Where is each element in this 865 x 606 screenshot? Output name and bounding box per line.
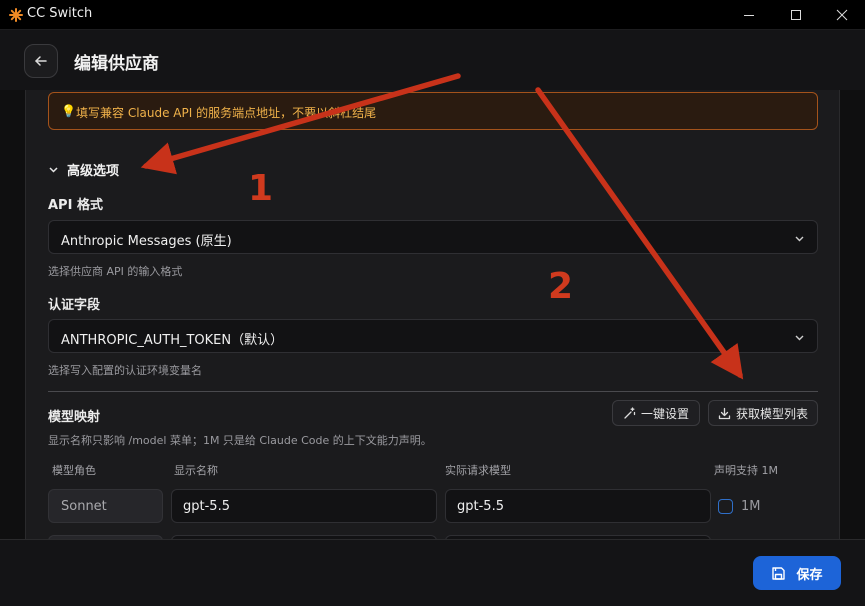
advanced-options-toggle[interactable]: 高级选项 xyxy=(48,160,119,179)
close-icon xyxy=(836,9,848,21)
tip-text: 填写兼容 Claude API 的服务端点地址，不要以斜杠结尾 xyxy=(76,106,377,120)
api-format-value: Anthropic Messages (原生) xyxy=(61,234,232,249)
save-button[interactable]: 保存 xyxy=(753,556,841,590)
api-format-select[interactable]: Anthropic Messages (原生) xyxy=(48,220,818,254)
column-header-request-model: 实际请求模型 xyxy=(445,464,511,477)
magic-wand-icon xyxy=(624,406,636,419)
close-window-button[interactable] xyxy=(819,0,865,30)
column-header-1m: 声明支持 1M xyxy=(714,464,778,477)
provider-form-panel[interactable]: 💡 填写兼容 Claude API 的服务端点地址，不要以斜杠结尾 高级选项 A… xyxy=(25,90,840,539)
auth-field-hint: 选择写入配置的认证环境变量名 xyxy=(48,364,202,377)
fetch-model-list-label: 获取模型列表 xyxy=(735,406,808,421)
annotation-number-2: 2 xyxy=(548,266,574,307)
column-header-role: 模型角色 xyxy=(52,464,96,477)
minimize-icon xyxy=(744,15,754,16)
model-mapping-description: 显示名称只影响 /model 菜单；1M 只是给 Claude Code 的上下… xyxy=(48,434,432,447)
download-icon xyxy=(718,407,731,419)
save-icon xyxy=(772,566,786,580)
arrow-left-icon xyxy=(35,56,47,66)
api-format-label: API 格式 xyxy=(48,198,103,213)
maximize-button[interactable] xyxy=(773,0,819,30)
annotation-number-1: 1 xyxy=(248,168,274,209)
save-button-label: 保存 xyxy=(796,567,823,583)
request-model-input[interactable]: gpt-5.5 xyxy=(445,489,711,523)
auth-field-label: 认证字段 xyxy=(48,298,101,313)
title-bar: CC Switch xyxy=(0,0,865,30)
fetch-model-list-button[interactable]: 获取模型列表 xyxy=(708,400,818,426)
minimize-button[interactable] xyxy=(726,0,772,30)
chevron-down-icon xyxy=(49,167,58,173)
advanced-options-label: 高级选项 xyxy=(67,164,120,179)
one-m-label: 1M xyxy=(741,499,761,514)
model-role-cell: Sonnet xyxy=(48,489,163,523)
column-header-display-name: 显示名称 xyxy=(174,464,218,477)
chevron-down-icon xyxy=(795,236,804,242)
auth-field-select[interactable]: ANTHROPIC_AUTH_TOKEN（默认） xyxy=(48,319,818,353)
one-click-setup-button[interactable]: 一键设置 xyxy=(612,400,700,426)
auth-field-value: ANTHROPIC_AUTH_TOKEN（默认） xyxy=(61,333,284,348)
page-title: 编辑供应商 xyxy=(74,54,159,74)
chevron-down-icon xyxy=(795,335,804,341)
footer-bar: 保存 xyxy=(0,539,865,606)
maximize-icon xyxy=(791,10,801,20)
back-button[interactable] xyxy=(24,44,58,78)
window-title: CC Switch xyxy=(27,6,93,21)
api-format-hint: 选择供应商 API 的输入格式 xyxy=(48,265,183,278)
one-m-checkbox[interactable] xyxy=(718,499,733,514)
lightbulb-icon: 💡 xyxy=(61,104,76,118)
section-divider xyxy=(48,391,818,392)
app-logo-icon xyxy=(9,8,23,22)
display-name-input[interactable]: gpt-5.5 xyxy=(171,489,437,523)
page-header: 编辑供应商 xyxy=(0,30,865,90)
model-mapping-title: 模型映射 xyxy=(48,410,101,425)
endpoint-tip-banner: 💡 填写兼容 Claude API 的服务端点地址，不要以斜杠结尾 xyxy=(48,92,818,130)
one-click-setup-label: 一键设置 xyxy=(640,406,689,421)
